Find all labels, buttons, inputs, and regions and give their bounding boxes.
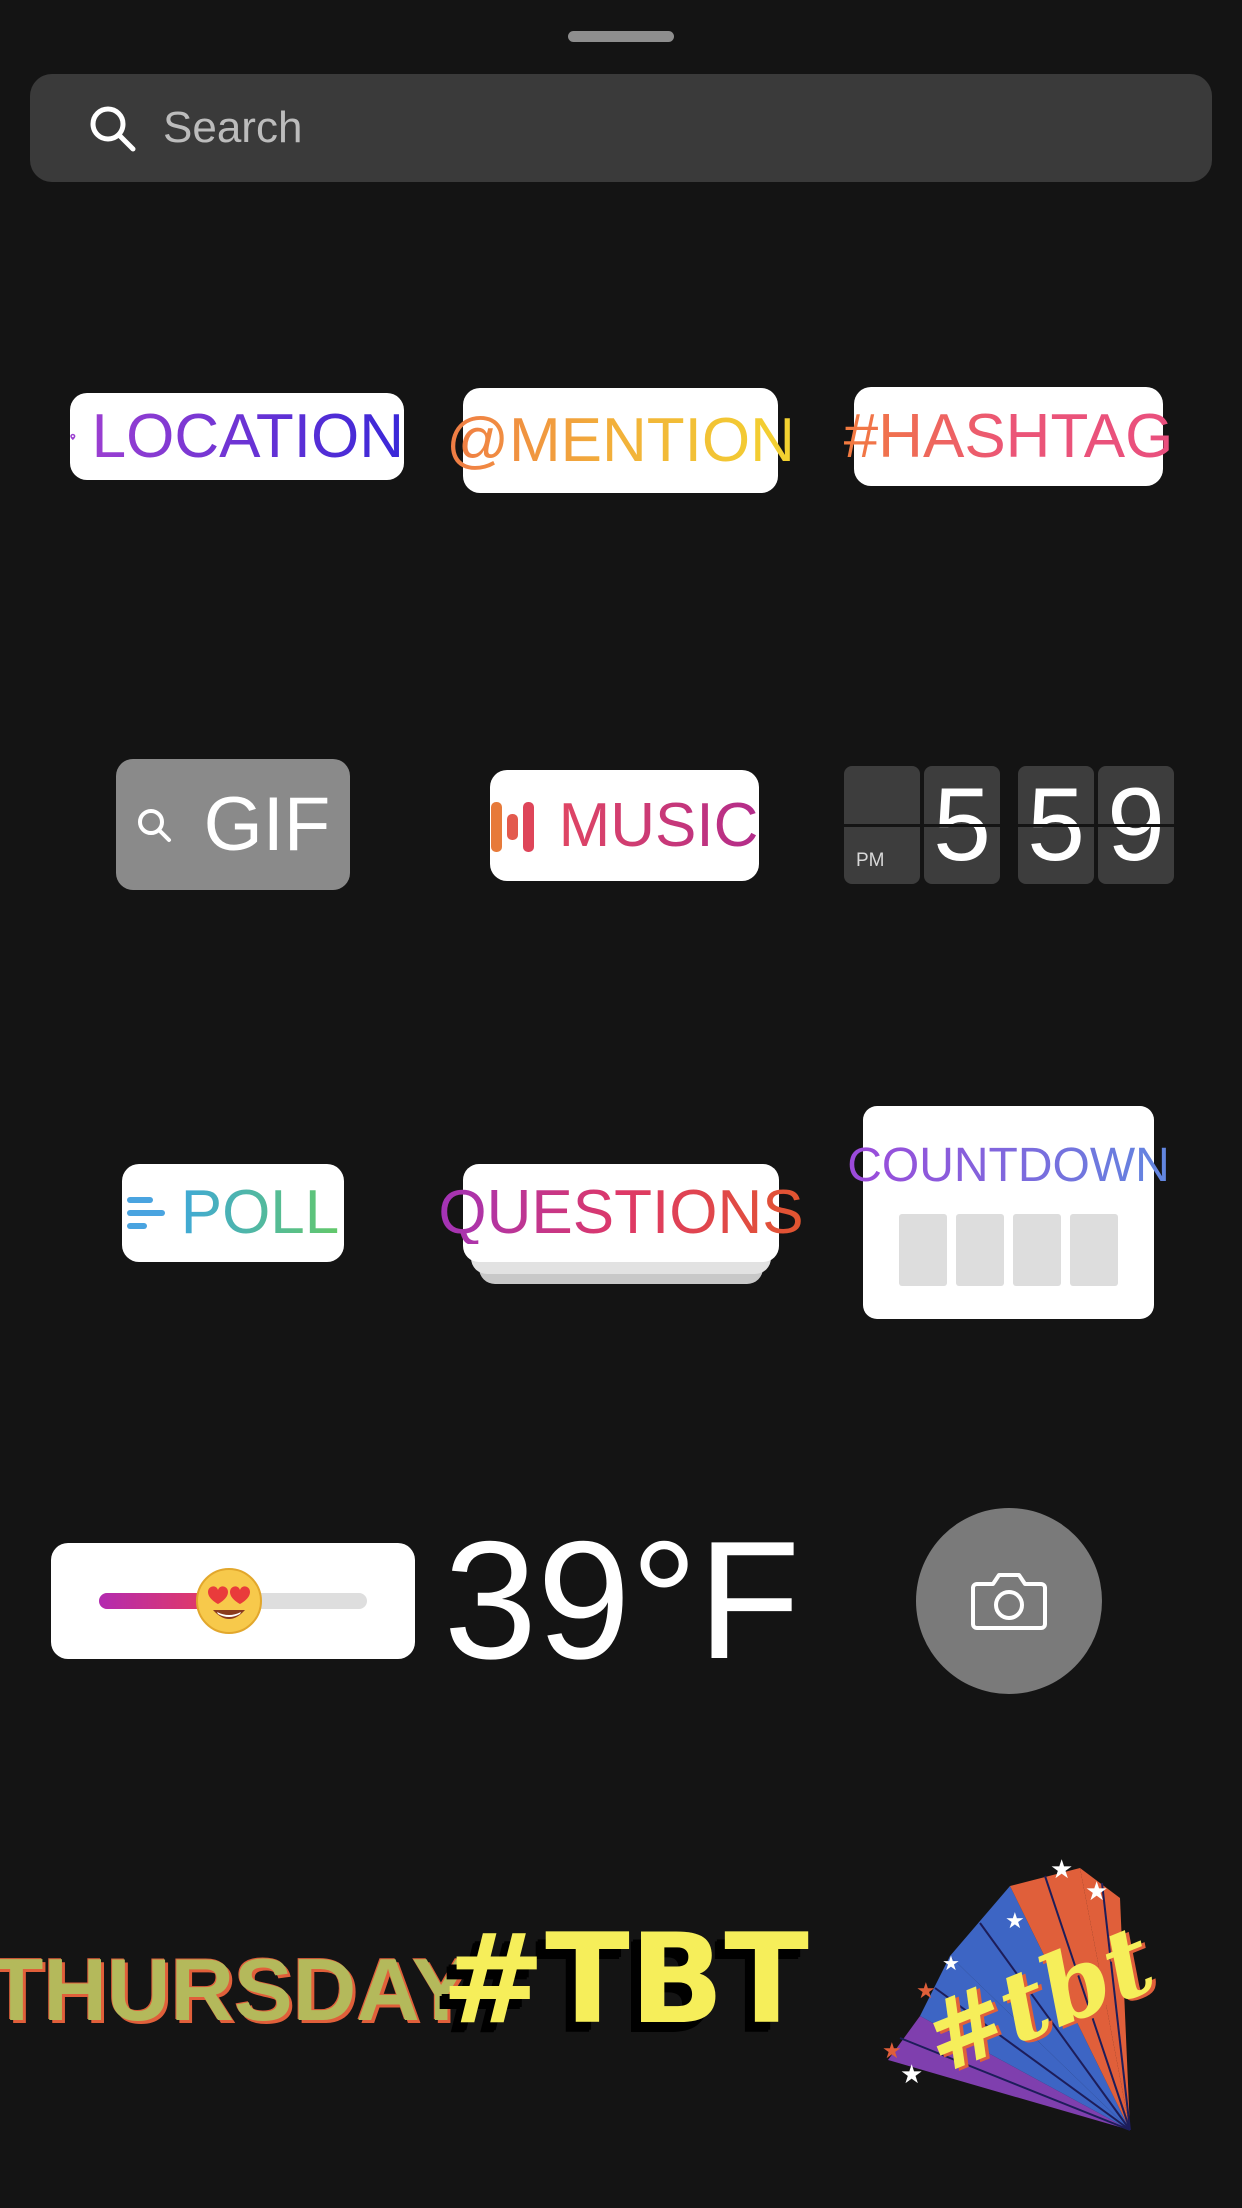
camera-sticker-button[interactable] [916,1508,1102,1694]
gif-sticker[interactable]: GIF [116,759,350,890]
music-bars-icon [490,801,534,852]
hashtag-label: #HASHTAG [843,401,1174,471]
clock-hour-digit: 5 [924,766,1000,884]
clock-minute-ones-digit: 9 [1098,766,1174,884]
search-input[interactable] [163,96,1183,160]
questions-card: QUESTIONS [438,1164,804,1262]
countdown-label: COUNTDOWN [847,1139,1170,1192]
svg-text:★: ★ [900,2060,923,2090]
clock-period: PM [856,850,885,871]
drag-handle[interactable] [568,31,674,42]
mention-label: @MENTION [446,405,795,475]
svg-text:★: ★ [882,2039,902,2064]
gif-label: GIF [203,781,331,867]
temperature-sticker[interactable]: 39°F [444,1516,801,1684]
music-label: MUSIC [558,790,759,860]
mention-sticker[interactable]: @MENTION [446,388,795,493]
svg-text:★: ★ [1005,1909,1025,1934]
location-label: LOCATION [91,401,404,471]
hashtag-sticker[interactable]: #HASHTAG [844,387,1173,486]
questions-sticker[interactable]: QUESTIONS [438,1164,804,1284]
tbt-block-label: #TBT [441,1908,809,2052]
thursday-sticker[interactable]: THURSDAY [0,1930,470,2050]
emoji-slider-sticker[interactable] [51,1543,415,1659]
countdown-sticker[interactable]: COUNTDOWN [847,1106,1170,1319]
search-icon [137,808,171,842]
heart-eyes-emoji-icon [196,1568,262,1634]
temperature-label: 39°F [443,1506,801,1694]
tbt-burst-sticker[interactable]: ★ ★ ★ ★ ★ ★ ★ #tbt [880,1838,1169,2138]
poll-label: POLL [180,1178,340,1247]
camera-icon [971,1573,1047,1630]
questions-label: QUESTIONS [438,1178,804,1247]
clock-minute-tens-digit: 5 [1018,766,1094,884]
poll-lines-icon [126,1197,165,1229]
countdown-digit-box [956,1214,1004,1286]
poll-sticker[interactable]: POLL [122,1164,344,1262]
search-bar[interactable] [30,74,1212,182]
clock-period-card: PM [844,766,920,884]
thursday-label: THURSDAY [0,1940,471,2039]
location-pin-icon [70,433,76,440]
time-sticker[interactable]: PM 5 5 9 [844,766,1174,884]
search-icon [90,106,136,152]
location-sticker[interactable]: LOCATION [70,393,404,480]
svg-text:★: ★ [1050,1855,1073,1885]
tbt-block-sticker[interactable]: #TBT [441,1915,809,2045]
countdown-digit-box [899,1214,947,1286]
countdown-digit-box [1013,1214,1061,1286]
countdown-digit-box [1070,1214,1118,1286]
music-sticker[interactable]: MUSIC [490,770,759,881]
svg-text:★: ★ [1085,1877,1108,1907]
